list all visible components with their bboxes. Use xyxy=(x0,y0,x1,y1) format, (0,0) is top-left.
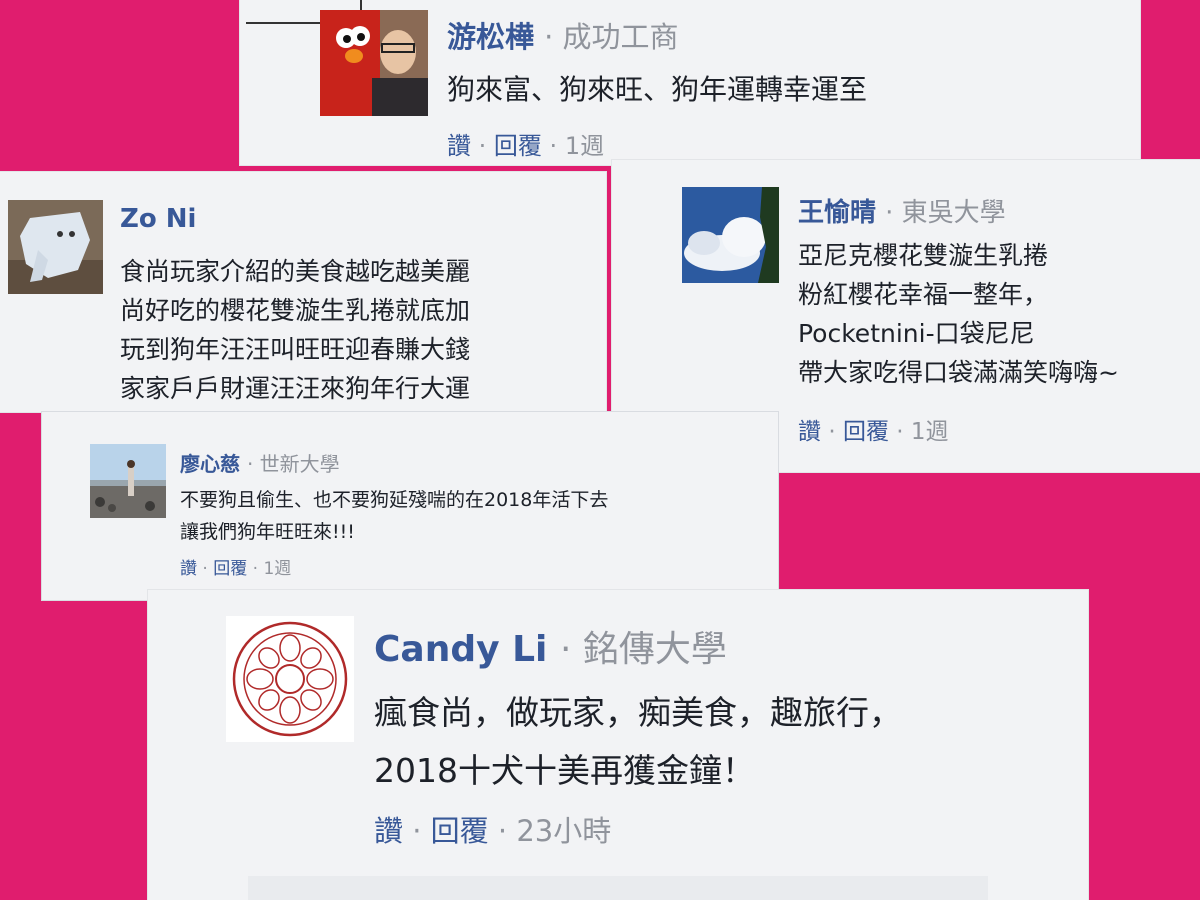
separator-dot: · xyxy=(252,559,264,579)
reply-link[interactable]: 回覆 xyxy=(494,132,542,160)
commenter-name-text[interactable]: 王愉晴 xyxy=(798,198,876,228)
reply-link[interactable]: 回覆 xyxy=(213,559,247,579)
comment-line: 狗來富、狗來旺、狗年運轉幸運至 xyxy=(447,73,868,106)
comment-line: 尚好吃的櫻花雙漩生乳捲就底加 xyxy=(120,296,471,325)
like-link[interactable]: 讚 xyxy=(447,132,471,160)
commenter-name-text[interactable]: Candy Li xyxy=(374,629,547,670)
comment-line: 亞尼克櫻花雙漩生乳捲 xyxy=(798,241,1049,270)
comment-card: 游松樺 · 成功工商 狗來富、狗來旺、狗年運轉幸運至 讚 · 回覆 · 1週 xyxy=(240,0,1140,165)
elmo-photo-avatar-icon[interactable] xyxy=(320,10,428,116)
timestamp[interactable]: 23小時 xyxy=(516,814,611,848)
comment-line: Pocketnini-口袋尼尼 xyxy=(798,319,1035,348)
comment-text: 狗來富、狗來旺、狗年運轉幸運至 xyxy=(447,68,867,108)
red-seal-logo-avatar-icon[interactable] xyxy=(226,616,354,742)
paper-elephant-avatar-icon[interactable] xyxy=(8,200,103,294)
commenter-name[interactable]: 游松樺 · 成功工商 xyxy=(447,14,679,56)
reply-link[interactable]: 回覆 xyxy=(431,814,489,848)
comment-line: 2018十犬十美再獲金鐘！ xyxy=(374,751,755,790)
comment-text: 亞尼克櫻花雙漩生乳捲 粉紅櫻花幸福一整年， Pocketnini-口袋尼尼 帶大… xyxy=(798,236,1119,392)
separator-dot: · xyxy=(896,419,911,445)
comment-line: 不要狗且偷生、也不要狗延殘喘的在2018年活下去 xyxy=(180,489,609,511)
commenter-name-text[interactable]: Zo Ni xyxy=(120,204,196,234)
comment-line: 玩到狗年汪汪叫旺旺迎春賺大錢 xyxy=(120,335,471,364)
commenter-school: · 東吳大學 xyxy=(885,198,1006,228)
comment-card: Candy Li · 銘傳大學 瘋食尚，做玩家，痴美食，趣旅行， 2018十犬十… xyxy=(148,590,1088,900)
comment-line: 家家戶戶財運汪汪來狗年行大運 xyxy=(120,374,471,403)
comment-line: 讓我們狗年旺旺來!!! xyxy=(180,521,355,543)
commenter-name-text[interactable]: 游松樺 xyxy=(447,20,534,54)
comment-text: 食尚玩家介紹的美食越吃越美麗 尚好吃的櫻花雙漩生乳捲就底加 玩到狗年汪汪叫旺旺迎… xyxy=(120,252,470,408)
comment-actions: 讚 · 回覆 · 1週 xyxy=(798,412,949,446)
comment-card: Zo Ni 食尚玩家介紹的美食越吃越美麗 尚好吃的櫻花雙漩生乳捲就底加 玩到狗年… xyxy=(0,172,606,412)
comment-actions: 讚 · 回覆 · 23小時 xyxy=(374,808,611,850)
commenter-school: · 銘傳大學 xyxy=(559,629,727,670)
separator-dot: · xyxy=(202,559,214,579)
beach-person-avatar-icon[interactable] xyxy=(90,444,166,518)
timestamp[interactable]: 1週 xyxy=(565,132,604,160)
commenter-name-text[interactable]: 廖心慈 xyxy=(180,452,240,476)
comment-line: 粉紅櫻花幸福一整年， xyxy=(798,280,1049,309)
like-link[interactable]: 讚 xyxy=(798,419,821,445)
timestamp[interactable]: 1週 xyxy=(263,559,291,579)
separator-dot: · xyxy=(828,419,843,445)
comment-line: 食尚玩家介紹的美食越吃越美麗 xyxy=(120,257,471,286)
commenter-name[interactable]: Zo Ni xyxy=(120,204,196,234)
next-comment-edge xyxy=(248,876,988,900)
separator-dot: · xyxy=(412,814,431,848)
commenter-school: · 世新大學 xyxy=(246,452,340,476)
comment-card: 廖心慈 · 世新大學 不要狗且偷生、也不要狗延殘喘的在2018年活下去 讓我們狗… xyxy=(48,418,772,594)
like-link[interactable]: 讚 xyxy=(374,814,403,848)
reply-link[interactable]: 回覆 xyxy=(843,419,889,445)
commenter-name[interactable]: 王愉晴 · 東吳大學 xyxy=(798,192,1006,229)
separator-dot: · xyxy=(478,132,494,160)
comment-actions: 讚 · 回覆 · 1週 xyxy=(180,554,291,579)
separator-dot: · xyxy=(497,814,517,848)
comment-text: 瘋食尚，做玩家，痴美食，趣旅行， 2018十犬十美再獲金鐘！ xyxy=(374,684,902,800)
timestamp[interactable]: 1週 xyxy=(911,419,949,445)
separator-dot: · xyxy=(549,132,565,160)
commenter-name[interactable]: Candy Li · 銘傳大學 xyxy=(374,620,727,672)
like-link[interactable]: 讚 xyxy=(180,559,197,579)
comment-actions: 讚 · 回覆 · 1週 xyxy=(447,126,604,161)
comment-line: 帶大家吃得口袋滿滿笑嗨嗨~ xyxy=(798,358,1119,387)
comment-line: 瘋食尚，做玩家，痴美食，趣旅行， xyxy=(374,693,902,732)
sky-clouds-avatar-icon[interactable] xyxy=(682,187,779,283)
commenter-school: · 成功工商 xyxy=(544,20,679,54)
comment-text: 不要狗且偷生、也不要狗延殘喘的在2018年活下去 讓我們狗年旺旺來!!! xyxy=(180,484,608,548)
commenter-name[interactable]: 廖心慈 · 世新大學 xyxy=(180,448,340,477)
